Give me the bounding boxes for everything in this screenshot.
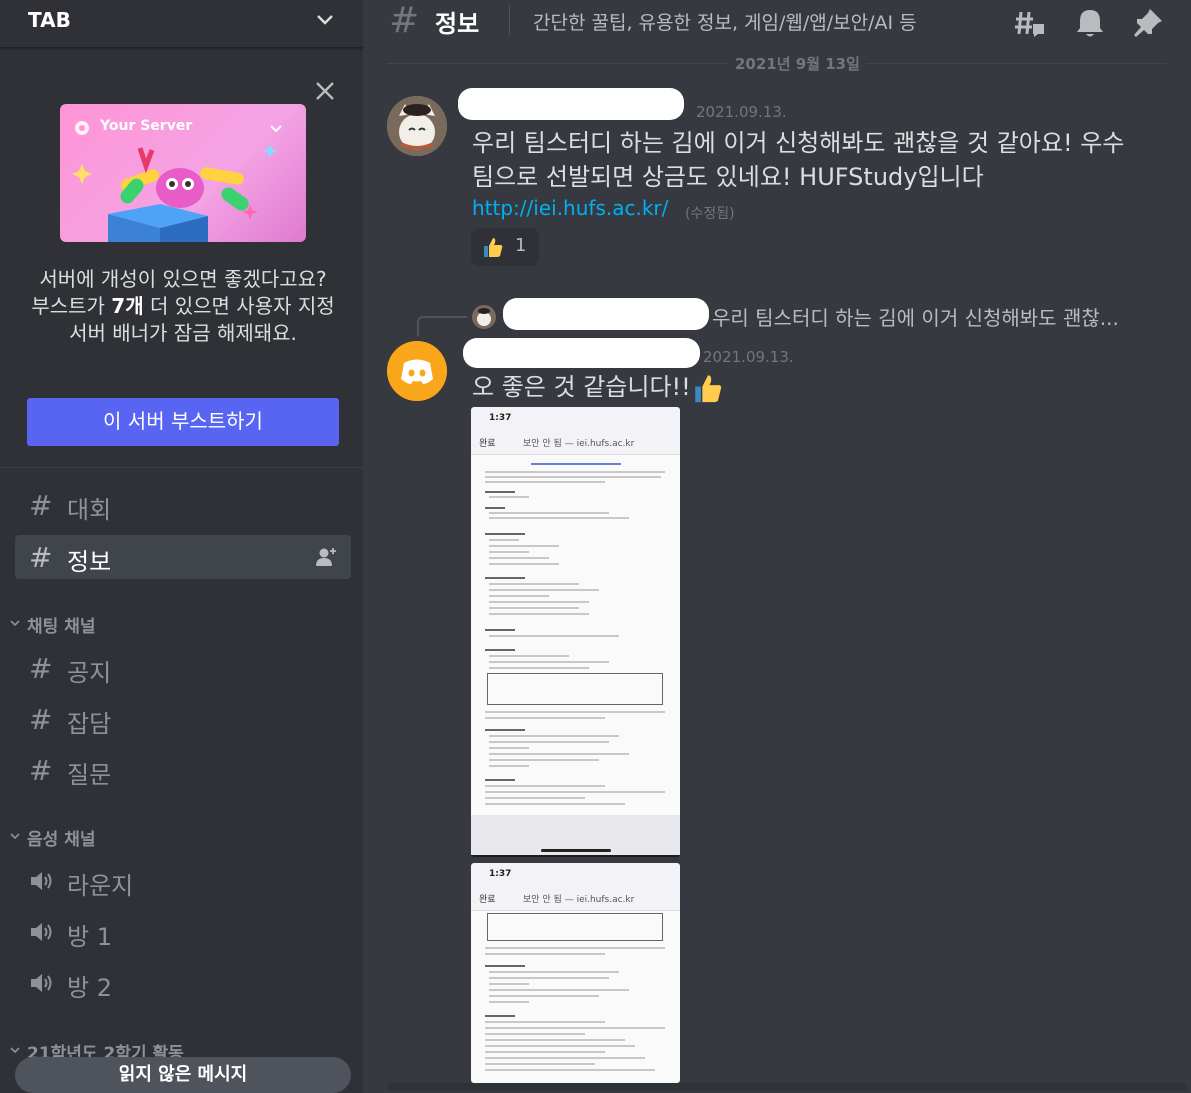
header-divider <box>509 5 510 35</box>
channel-name: 대회 <box>67 496 112 524</box>
browser-toolbar <box>471 815 680 855</box>
thumbs-up-icon <box>695 375 722 403</box>
reply-preview-text[interactable]: 우리 팀스터디 하는 김에 이거 신청해봐도 괜찮... <box>712 302 1119 331</box>
message-text-line2: 팀으로 선발되면 상금도 있네요! HUFStudy입니다 <box>472 163 984 191</box>
message-text-line1: 우리 팀스터디 하는 김에 이거 신청해봐도 괜찮을 것 같아요! 우수 <box>472 129 1125 157</box>
browser-done-label: 완료 <box>479 895 496 905</box>
browser-url: 보안 안 됨 — iei.hufs.ac.kr <box>523 439 635 449</box>
channel-name: 방 1 <box>67 923 112 951</box>
boost-count: 7개 <box>111 294 144 318</box>
chevron-down-icon <box>270 125 282 133</box>
discord-window: TAB Your Server 서버에 개성이 있으면 좋겠다고요? 부스트가 … <box>0 0 1191 1093</box>
browser-url: 보안 안 됨 — iei.hufs.ac.kr <box>523 895 635 905</box>
webpage-table <box>487 913 663 941</box>
channel-daehoe[interactable]: # 대회 <box>15 483 351 527</box>
message-text: 오 좋은 것 같습니다!! <box>472 373 691 401</box>
channel-gongji[interactable]: # 공지 <box>15 646 351 690</box>
notification-bell-icon[interactable] <box>1073 6 1107 40</box>
server-name: TAB <box>28 8 71 32</box>
voice-channel-lounge[interactable]: 라운지 <box>15 859 351 903</box>
user-avatar[interactable] <box>387 341 447 401</box>
horizontal-scrollbar[interactable] <box>387 1083 1187 1091</box>
boost-illustration <box>72 144 277 242</box>
message-timestamp: 2021.09.13. <box>703 348 794 366</box>
add-member-icon[interactable] <box>315 547 337 567</box>
reply-connector <box>417 316 467 336</box>
chevron-down-icon[interactable] <box>315 10 335 30</box>
category-name: 음성 채널 <box>27 830 96 850</box>
chevron-down-icon <box>10 1047 20 1054</box>
close-icon[interactable] <box>313 79 337 103</box>
hashtag-icon: # <box>389 0 420 41</box>
channel-topic[interactable]: 간단한 꿀팁, 유용한 정보, 게임/웹/앱/보안/AI 등 <box>533 8 917 35</box>
message-timestamp: 2021.09.13. <box>696 103 787 121</box>
phone-status-bar: 1:37 <box>471 863 680 887</box>
webpage-content <box>471 911 680 1083</box>
thumbs-up-icon <box>484 238 503 257</box>
chevron-down-icon <box>10 833 20 840</box>
channel-name: 질문 <box>67 761 112 789</box>
phone-time: 1:37 <box>489 869 512 879</box>
channel-name: 라운지 <box>67 872 134 900</box>
threads-icon[interactable] <box>1013 6 1047 40</box>
user-avatar[interactable] <box>387 96 447 156</box>
chevron-down-icon <box>10 620 20 627</box>
date-divider-label: 2021년 9월 13일 <box>729 53 866 74</box>
hashtag-icon: # <box>29 754 53 787</box>
image-attachment[interactable]: 1:37 완료 보안 안 됨 — iei.hufs.ac.kr <box>471 863 680 1083</box>
cat-avatar-image <box>472 305 496 329</box>
hashtag-icon: # <box>29 703 53 736</box>
message-link[interactable]: http://iei.hufs.ac.kr/ <box>472 196 668 220</box>
reaction-thumbs-up[interactable]: 1 <box>471 228 539 266</box>
phone-status-bar: 1:37 <box>471 407 680 431</box>
speaker-icon <box>31 974 52 992</box>
channel-jilmun[interactable]: # 질문 <box>15 748 351 792</box>
reply-author-avatar <box>472 305 496 329</box>
redacted-username <box>458 88 684 120</box>
browser-address-bar: 완료 보안 안 됨 — iei.hufs.ac.kr <box>471 887 680 911</box>
server-icon <box>75 121 89 135</box>
hashtag-icon: # <box>29 489 53 522</box>
voice-channel-room1[interactable]: 방 1 <box>15 910 351 954</box>
chat-area: # 정보 간단한 꿀팁, 유용한 정보, 게임/웹/앱/보안/AI 등 2021… <box>363 0 1191 1093</box>
discord-logo-icon <box>387 341 447 401</box>
redacted-username <box>463 338 700 368</box>
channel-jeongbo[interactable]: # 정보 <box>15 535 351 579</box>
edited-indicator: (수정됨) <box>685 206 735 222</box>
category-name: 채팅 채널 <box>27 617 96 637</box>
boost-promo-card: Your Server 서버에 개성이 있으면 좋겠다고요? 부스트가 7개 더… <box>0 60 363 468</box>
channel-name: 방 2 <box>67 974 112 1002</box>
channel-name: 잡담 <box>67 710 112 738</box>
phone-time: 1:37 <box>489 413 512 423</box>
image-attachment[interactable]: 1:37 완료 보안 안 됨 — iei.hufs.ac.kr <box>471 407 680 857</box>
server-header[interactable]: TAB <box>0 0 363 48</box>
voice-channel-room2[interactable]: 방 2 <box>15 961 351 1005</box>
channel-title: 정보 <box>435 10 480 38</box>
boost-banner-image: Your Server <box>60 104 306 242</box>
speaker-icon <box>31 872 52 890</box>
boost-server-button[interactable]: 이 서버 부스트하기 <box>27 398 339 446</box>
browser-done-label: 완료 <box>479 439 496 449</box>
speaker-icon <box>31 923 52 941</box>
cat-avatar-image <box>387 96 447 156</box>
redacted-reply-username <box>503 298 709 330</box>
boost-description: 서버에 개성이 있으면 좋겠다고요? 부스트가 7개 더 있으면 사용자 지정 … <box>28 266 338 347</box>
webpage-content <box>471 455 680 815</box>
hashtag-icon: # <box>29 652 53 685</box>
channel-sidebar: TAB Your Server 서버에 개성이 있으면 좋겠다고요? 부스트가 … <box>0 0 363 1093</box>
channel-name: 정보 <box>67 548 112 576</box>
boost-banner-title: Your Server <box>100 118 193 134</box>
channel-header: # 정보 간단한 꿀팁, 유용한 정보, 게임/웹/앱/보안/AI 등 <box>363 0 1191 48</box>
channel-jabdam[interactable]: # 잡담 <box>15 697 351 741</box>
reaction-count: 1 <box>515 235 527 256</box>
browser-address-bar: 완료 보안 안 됨 — iei.hufs.ac.kr <box>471 431 680 455</box>
unread-messages-button[interactable]: 읽지 않은 메시지 <box>15 1057 351 1093</box>
channel-name: 공지 <box>67 659 112 687</box>
pin-icon[interactable] <box>1131 6 1165 40</box>
hashtag-icon: # <box>29 541 53 574</box>
webpage-table <box>487 673 663 705</box>
